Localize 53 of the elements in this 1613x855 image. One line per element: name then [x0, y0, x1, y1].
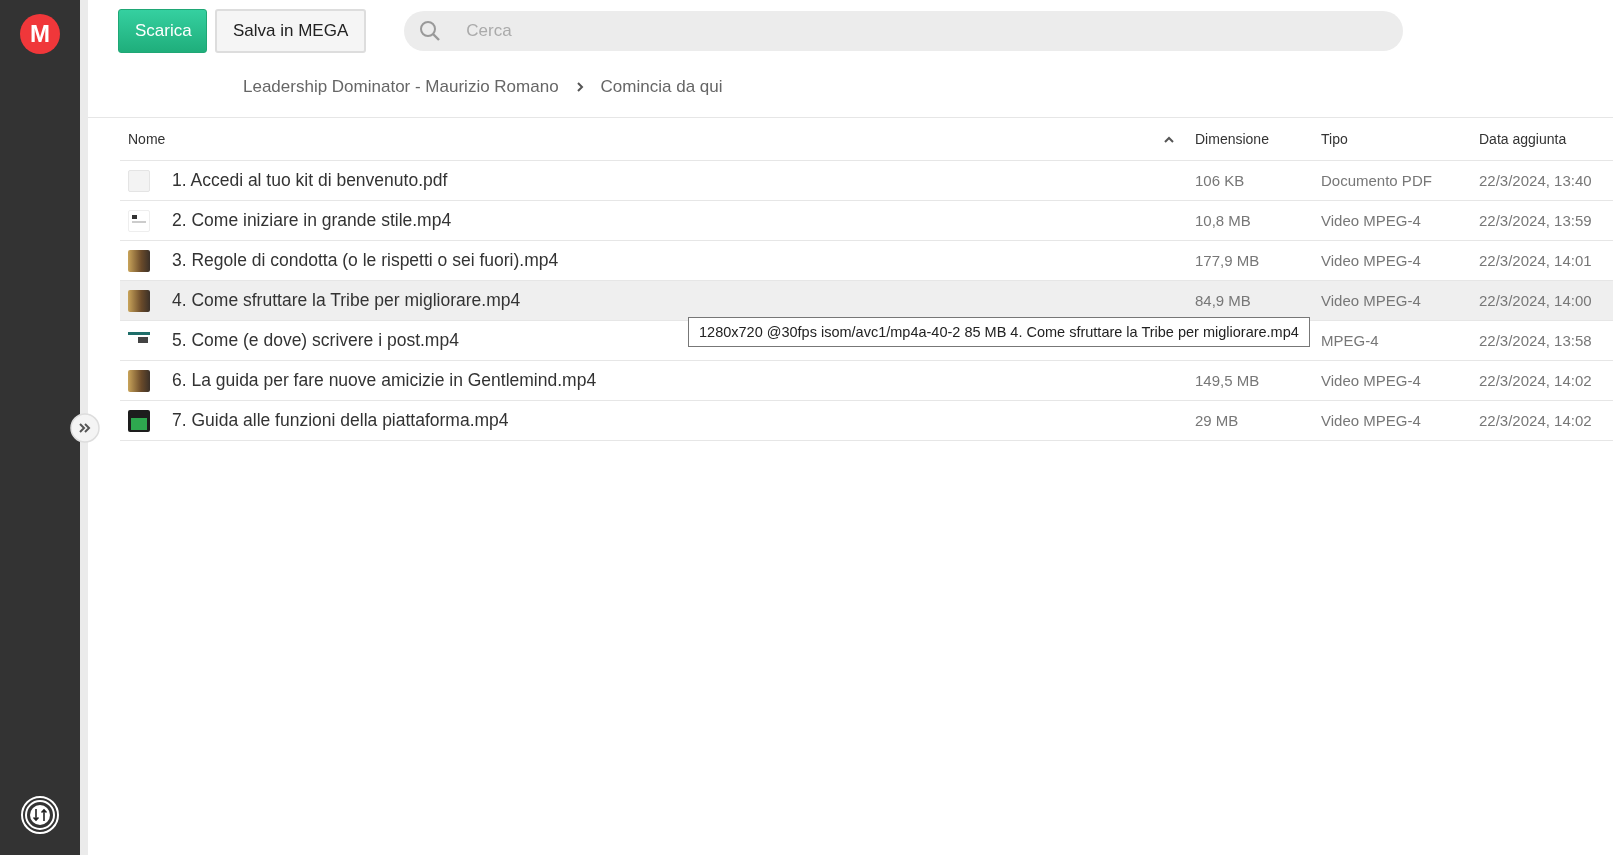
breadcrumb-link[interactable]: Leadership Dominator - Maurizio Romano — [243, 77, 559, 97]
file-type: Video MPEG-4 — [1321, 252, 1421, 269]
file-name: 4. Come sfruttare la Tribe per migliorare.mp4 — [172, 290, 521, 311]
file-thumbnail — [128, 409, 150, 432]
file-type: Video MPEG-4 — [1321, 372, 1421, 389]
date-added: 22/3/2024, 14:02 — [1479, 412, 1592, 429]
photo-placeholder — [128, 289, 150, 312]
file-type: Video MPEG-4 — [1321, 212, 1421, 229]
file-size: 10,8 MB — [1195, 212, 1251, 229]
date-added: 22/3/2024, 14:00 — [1479, 292, 1592, 309]
file-type: Video MPEG-4 — [1321, 412, 1421, 429]
date-added: 22/3/2024, 14:01 — [1479, 252, 1592, 269]
date-added: 22/3/2024, 13:40 — [1479, 172, 1592, 189]
file-thumbnail — [128, 209, 150, 232]
file-row[interactable]: 7. Guida alle funzioni della piattaforma.mp4 29 MB Video MPEG-4 22/3/2024, 14:02 — [120, 401, 1613, 441]
search-input[interactable]: Cerca — [464, 19, 1404, 42]
column-header[interactable]: Data aggiunta — [1479, 131, 1567, 147]
date-added: 22/3/2024, 13:58 — [1479, 332, 1592, 349]
file-row[interactable]: 4. Come sfruttare la Tribe per migliorare.mp4 84,9 MB Video MPEG-4 22/3/2024, 14:00 — [120, 281, 1613, 321]
file-name: 3. Regole di condotta (o le rispetti o sei fuori).mp4 — [172, 250, 559, 271]
file-size: 84,9 MB — [1195, 292, 1251, 309]
photo-placeholder — [128, 369, 150, 392]
file-size: 106 KB — [1195, 172, 1245, 189]
tooltip: 1280x720 @30fps isom/avc1/mp4a-40-2 85 MB 4. Come sfruttare la Tribe per migliorare.mp4 — [688, 317, 1310, 347]
date-added: 22/3/2024, 13:59 — [1479, 212, 1592, 229]
file-name: 5. Come (e dove) scrivere i post.mp4 — [172, 330, 459, 351]
chevron-icon — [574, 81, 585, 93]
file-row[interactable]: 2. Come iniziare in grande stile.mp4 10,8 MB Video MPEG-4 22/3/2024, 13:59 — [120, 201, 1613, 241]
column-header[interactable]: Tipo — [1321, 131, 1348, 147]
file-name: 1. Accedi al tuo kit di benvenuto.pdf — [172, 170, 448, 191]
file-thumbnail — [128, 169, 150, 192]
transfer-icon[interactable] — [20, 795, 60, 835]
save-button[interactable]: Salva in MEGA — [215, 8, 367, 53]
date-added: 22/3/2024, 14:02 — [1479, 372, 1592, 389]
file-name: 7. Guida alle funzioni della piattaforma.mp4 — [172, 410, 509, 431]
breadcrumb-link[interactable]: Comincia da qui — [600, 77, 723, 97]
file-size: 29 MB — [1195, 412, 1239, 429]
sort-icon[interactable] — [1163, 135, 1175, 143]
file-type: Documento PDF — [1321, 172, 1432, 189]
file-name: 2. Come iniziare in grande stile.mp4 — [172, 210, 452, 231]
photo-placeholder — [128, 249, 150, 272]
column-header[interactable]: Dimensione — [1195, 131, 1269, 147]
expand-icon[interactable] — [70, 413, 100, 443]
file-type: MPEG-4 — [1321, 332, 1379, 349]
search-field[interactable]: Cerca — [404, 10, 1404, 51]
file-size: 177,9 MB — [1195, 252, 1260, 269]
file-name: 6. La guida per fare nuove amicizie in Gentlemind.mp4 — [172, 370, 597, 391]
column-header[interactable]: Nome — [128, 131, 166, 147]
file-row[interactable]: 6. La guida per fare nuove amicizie in Gentlemind.mp4 149,5 MB Video MPEG-4 22/3/2024, 14:02 — [120, 361, 1613, 401]
logo-icon[interactable]: M — [20, 14, 60, 54]
file-row[interactable]: 1. Accedi al tuo kit di benvenuto.pdf 106 KB Documento PDF 22/3/2024, 13:40 — [120, 161, 1613, 201]
file-type: Video MPEG-4 — [1321, 292, 1421, 309]
file-size: 149,5 MB — [1195, 372, 1260, 389]
